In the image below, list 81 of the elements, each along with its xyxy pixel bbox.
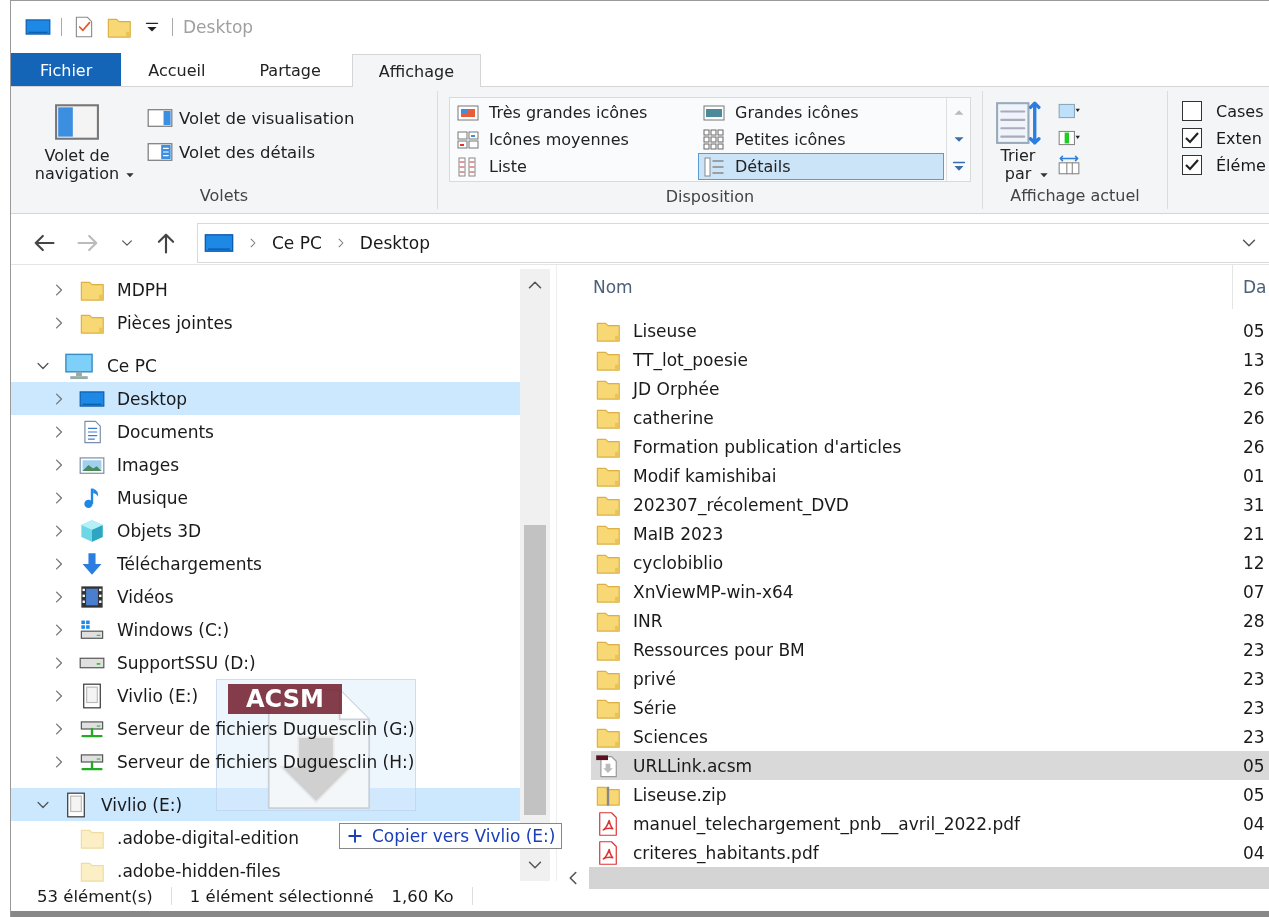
file-type-badge: ACSM — [228, 684, 342, 714]
tree-item[interactable]: SupportSSU (D:) — [79, 649, 256, 676]
ribbon-tab[interactable]: Partage — [232, 53, 348, 86]
file-row[interactable]: Série 23 — [591, 693, 1269, 722]
checkbox-label: Cases — [1216, 101, 1264, 121]
file-row[interactable]: INR 28 — [591, 606, 1269, 635]
checkbox[interactable] — [1182, 128, 1202, 148]
checkbox-label: Exten — [1216, 128, 1262, 148]
pane-toggle-button[interactable]: Volet de visualisation — [147, 105, 355, 131]
file-row[interactable]: Ressources pour BM 23 — [591, 635, 1269, 664]
group-label: Volets — [199, 186, 249, 205]
plus-icon — [346, 827, 364, 845]
file-row[interactable]: Liseuse.zip 05 — [591, 780, 1269, 809]
sort-icon — [995, 99, 1041, 145]
tree-item[interactable]: Images — [79, 451, 180, 478]
ribbon-tab[interactable]: Fichier — [11, 53, 122, 86]
layout-option[interactable]: Détails — [698, 153, 944, 180]
file-row[interactable]: cyclobiblio 12 — [591, 548, 1269, 577]
file-row[interactable]: MaIB 2023 21 — [591, 519, 1269, 548]
file-row[interactable]: JD Orphée 26 — [591, 374, 1269, 403]
column-header[interactable]: Nom — [593, 277, 1232, 297]
file-row[interactable]: privé 23 — [591, 664, 1269, 693]
medium-icons-icon — [457, 128, 479, 151]
breadcrumb[interactable]: Desktop — [359, 233, 430, 253]
file-row[interactable]: Sciences 23 — [591, 722, 1269, 751]
breadcrumb[interactable]: Ce PC — [272, 233, 322, 253]
tree-item[interactable]: Objets 3D — [79, 517, 202, 544]
sort-by-button[interactable]: Trier par — [987, 97, 1049, 186]
file-row[interactable]: TT_lot_poesie 13 — [591, 345, 1269, 374]
status-text: 53 élément(s) — [37, 886, 153, 906]
group-label: Disposition — [665, 187, 755, 206]
ribbon-tab[interactable]: Accueil — [121, 53, 233, 86]
caret-down-icon — [125, 170, 135, 180]
checkbox[interactable] — [1182, 155, 1202, 175]
tree-item[interactable]: .adobe-hidden-files — [79, 857, 281, 884]
tree-item[interactable]: Documents — [79, 418, 214, 445]
window-title: Desktop — [183, 16, 254, 37]
tree-item[interactable]: Musique — [79, 484, 189, 511]
column-width-icon[interactable] — [1057, 153, 1081, 177]
file-row[interactable]: manuel_telechargement_pnb__avril_2022.pdf 04 — [591, 809, 1269, 838]
layout-option[interactable]: Très grandes icônes — [452, 99, 698, 126]
layout-option[interactable]: Grandes icônes — [698, 99, 944, 126]
file-row[interactable]: XnViewMP-win-x64 07 — [591, 577, 1269, 606]
tree-item[interactable]: Vivlio (E:) — [79, 682, 199, 709]
checkbox-label: Éléme — [1216, 155, 1266, 175]
tree-item[interactable]: Pièces jointes — [79, 309, 233, 336]
tree-item[interactable]: .adobe-digital-edition — [79, 824, 299, 851]
details-view-icon — [703, 155, 725, 178]
file-row[interactable]: 202307_récolement_DVD 31 — [591, 490, 1269, 519]
list-icon — [457, 155, 479, 178]
file-row[interactable]: URLLink.acsm 05 — [591, 751, 1269, 780]
ribbon-tab[interactable]: Affichage — [351, 54, 481, 87]
caret-down-icon — [1039, 170, 1049, 180]
tooltip-text: Copier vers Vivlio (E:) — [372, 826, 556, 846]
group-label: Affichage actuel — [1010, 186, 1140, 205]
file-row[interactable]: Modif kamishibai 01 — [591, 461, 1269, 490]
small-icons-icon — [703, 128, 725, 151]
layout-option[interactable]: Liste — [452, 153, 698, 180]
file-row[interactable]: Liseuse 05 — [591, 316, 1269, 345]
tree-item[interactable]: Serveur de fichiers Duguesclin (G:) — [79, 715, 415, 742]
tree-item[interactable]: Téléchargements — [79, 550, 262, 577]
scrollbar-thumb[interactable] — [524, 525, 546, 815]
tree-item[interactable]: Windows (C:) — [79, 616, 230, 643]
address-bar[interactable]: Ce PC Desktop — [197, 223, 1269, 263]
file-row[interactable]: criteres_habitants.pdf 04 — [591, 838, 1269, 867]
film-icon — [79, 583, 105, 610]
status-text: 1,60 Ko — [391, 886, 454, 906]
file-row[interactable]: catherine 26 — [591, 403, 1269, 432]
tree-item[interactable]: Vidéos — [79, 583, 174, 610]
file-row[interactable]: Formation publication d'articles 26 — [591, 432, 1269, 461]
layout-option[interactable]: Petites icônes — [698, 126, 944, 153]
status-text: 1 élément sélectionné — [189, 886, 374, 906]
column-header[interactable]: Da — [1232, 265, 1269, 309]
layout-option[interactable]: Icônes moyennes — [452, 126, 698, 153]
tree-item[interactable]: Serveur de fichiers Duguesclin (H:) — [79, 748, 415, 775]
tree-item[interactable]: Desktop — [79, 385, 188, 412]
tree-item[interactable]: Ce PC — [63, 352, 157, 379]
pane-toggle-button[interactable]: Volet des détails — [147, 139, 355, 165]
tree-item[interactable]: MDPH — [79, 276, 168, 303]
navigation-pane-button[interactable]: Volet de navigation — [15, 97, 139, 186]
checkbox[interactable] — [1182, 101, 1202, 121]
